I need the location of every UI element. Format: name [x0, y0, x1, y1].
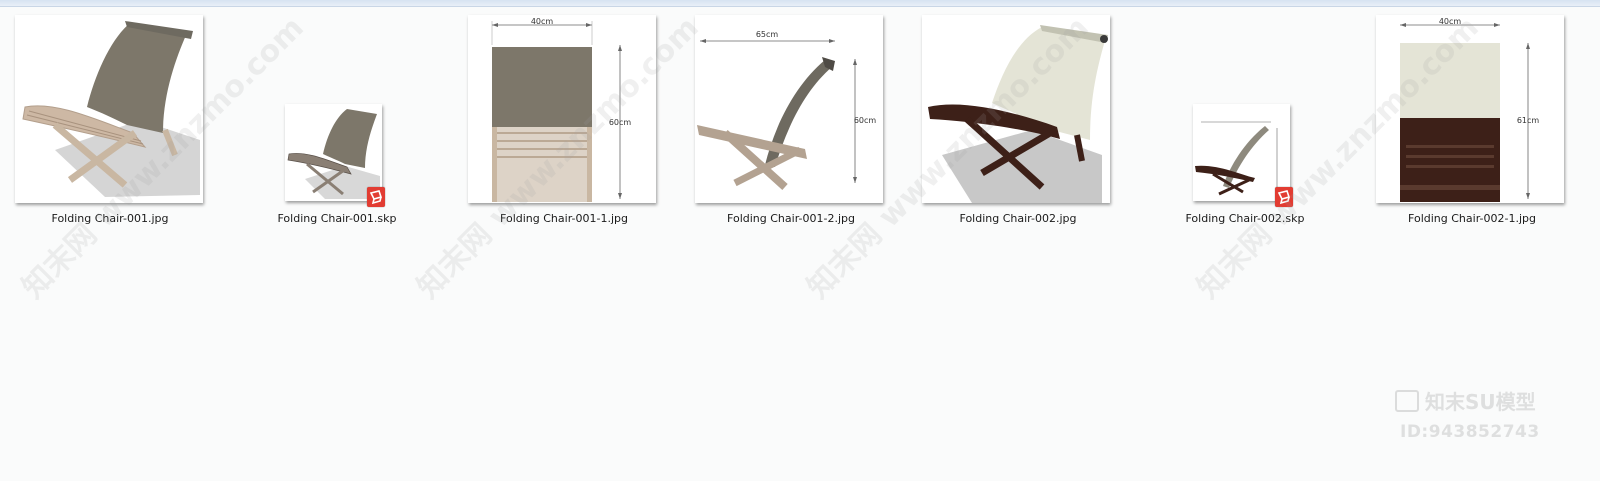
- watermark-brand: 知末SU模型: [1395, 386, 1536, 415]
- file-name: Folding Chair-002.skp: [1185, 212, 1305, 225]
- sketchup-file-icon: [367, 187, 385, 207]
- file-item[interactable]: Folding Chair-001.jpg: [0, 0, 220, 232]
- file-thumbnail: 40cm 60cm: [468, 15, 656, 203]
- watermark-id: ID:943852743: [1400, 422, 1540, 442]
- dim-width-label: 40cm: [531, 17, 554, 26]
- file-item[interactable]: 65cm 60cm Folding Chair-001-2.jpg: [681, 0, 901, 232]
- file-name: Folding Chair-002-1.jpg: [1408, 212, 1536, 225]
- file-name: Folding Chair-001-1.jpg: [500, 212, 628, 225]
- dim-height-label: 60cm: [854, 116, 877, 125]
- file-grid: Folding Chair-001.jpg Folding Chair-001.…: [0, 0, 1600, 481]
- dim-width-label: 65cm: [756, 30, 779, 39]
- file-item[interactable]: Folding Chair-002.jpg: [908, 0, 1128, 232]
- brand-logo-icon: [1395, 390, 1419, 412]
- watermark-brand-text: 知末SU模型: [1425, 390, 1536, 414]
- dim-height-label: 60cm: [609, 118, 632, 127]
- file-thumbnail: [922, 15, 1110, 203]
- file-item[interactable]: 40cm 61cm Folding Chair-002-1.jpg: [1362, 0, 1582, 232]
- dim-width-label: 40cm: [1439, 17, 1462, 26]
- file-name: Folding Chair-002.jpg: [959, 212, 1077, 225]
- file-name: Folding Chair-001.jpg: [51, 212, 169, 225]
- file-thumbnail: 65cm 60cm: [695, 15, 883, 203]
- file-name: Folding Chair-001-2.jpg: [727, 212, 855, 225]
- file-thumbnail: [15, 15, 203, 203]
- dim-height-label: 61cm: [1517, 116, 1540, 125]
- file-item[interactable]: Folding Chair-001.skp: [227, 0, 447, 232]
- sketchup-file-icon: [1275, 187, 1293, 207]
- file-name: Folding Chair-001.skp: [277, 212, 397, 225]
- file-item[interactable]: 40cm 60cm Folding Chair-001-1.jpg: [454, 0, 674, 232]
- file-item[interactable]: Folding Chair-002.skp: [1135, 0, 1355, 232]
- file-thumbnail: 40cm 61cm: [1376, 15, 1564, 203]
